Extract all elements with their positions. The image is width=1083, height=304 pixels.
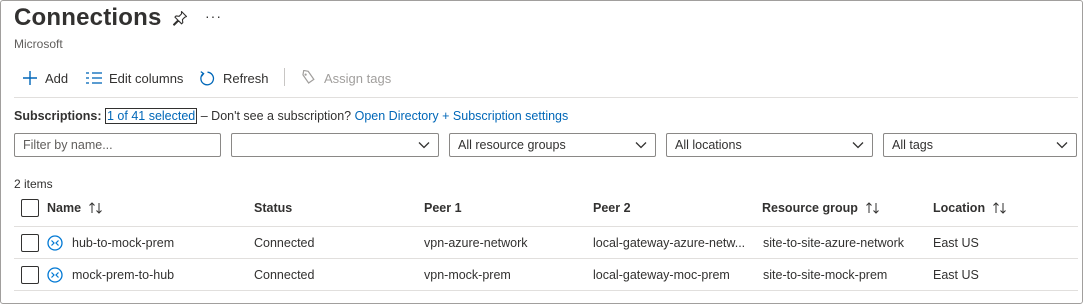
plus-icon [23, 71, 37, 85]
connection-location: East US [933, 236, 979, 250]
row-divider [14, 290, 1078, 291]
resource-groups-dropdown-value: All resource groups [458, 138, 566, 152]
connection-name-link[interactable]: mock-prem-to-hub [72, 268, 174, 282]
column-header-peer2-label: Peer 2 [593, 201, 631, 215]
row-checkbox[interactable] [21, 234, 39, 252]
row-divider [14, 258, 1078, 259]
header-divider [14, 226, 1078, 227]
tag-icon [302, 70, 315, 84]
sort-icon [866, 202, 879, 214]
connection-icon [47, 267, 63, 283]
item-count: 2 items [14, 177, 53, 191]
row-checkbox[interactable] [21, 266, 39, 284]
chevron-down-icon [418, 142, 430, 149]
connection-name-link[interactable]: hub-to-mock-prem [72, 236, 174, 250]
locations-dropdown[interactable]: All locations [666, 133, 873, 157]
select-all-checkbox[interactable] [21, 199, 39, 217]
add-button[interactable]: Add [22, 67, 68, 89]
subscriptions-hint: – Don't see a subscription? [197, 109, 355, 123]
connection-status: Connected [254, 268, 315, 282]
connection-icon [47, 235, 63, 251]
column-header-name[interactable]: Name [47, 201, 104, 215]
connection-location: East US [933, 268, 979, 282]
edit-columns-label: Edit columns [109, 70, 184, 86]
assign-tags-button[interactable]: Assign tags [301, 67, 391, 89]
column-header-name-label: Name [47, 201, 82, 215]
refresh-label: Refresh [223, 70, 269, 86]
connection-peer2: local-gateway-azure-netw... [593, 236, 746, 250]
column-header-peer1-label: Peer 1 [424, 201, 462, 215]
subscriptions-label: Subscriptions: [14, 109, 102, 123]
filter-by-name-input[interactable]: Filter by name... [14, 133, 221, 157]
column-header-location[interactable]: Location [933, 201, 1008, 215]
connection-peer2: local-gateway-moc-prem [593, 268, 730, 282]
column-header-resource-group-label: Resource group [762, 201, 858, 215]
filter-by-name-placeholder: Filter by name... [23, 138, 113, 152]
subscriptions-bar: Subscriptions: 1 of 41 selected – Don't … [14, 108, 569, 124]
resource-group-link[interactable]: site-to-site-mock-prem [763, 268, 887, 282]
connection-status: Connected [254, 236, 315, 250]
chevron-down-icon [1056, 142, 1068, 149]
sort-icon [89, 202, 102, 214]
chevron-down-icon [635, 142, 647, 149]
locations-dropdown-value: All locations [675, 138, 742, 152]
column-header-peer2[interactable]: Peer 2 [593, 201, 631, 215]
connection-peer1: vpn-azure-network [424, 236, 528, 250]
refresh-icon [200, 70, 215, 85]
edit-columns-icon [86, 72, 102, 84]
subscriptions-selected-link[interactable]: 1 of 41 selected [105, 108, 198, 124]
sort-icon [993, 202, 1006, 214]
directory-settings-link[interactable]: Open Directory + Subscription settings [355, 109, 569, 123]
edit-columns-button[interactable]: Edit columns [86, 67, 183, 89]
chevron-down-icon [852, 142, 864, 149]
resource-groups-dropdown[interactable]: All resource groups [449, 133, 656, 157]
column-header-status-label: Status [254, 201, 293, 215]
more-options-button[interactable]: ··· [205, 8, 222, 24]
connection-peer1: vpn-mock-prem [424, 268, 511, 282]
refresh-button[interactable]: Refresh [199, 67, 269, 89]
tags-dropdown-value: All tags [892, 138, 933, 152]
column-header-status[interactable]: Status [254, 201, 292, 215]
page-subtitle: Microsoft [14, 37, 63, 51]
add-button-label: Add [45, 70, 69, 86]
page-title: Connections [14, 4, 162, 31]
toolbar-divider [284, 68, 285, 86]
tags-dropdown[interactable]: All tags [883, 133, 1077, 157]
column-header-resource-group[interactable]: Resource group [762, 201, 881, 215]
assign-tags-label: Assign tags [324, 70, 392, 86]
column-header-peer1[interactable]: Peer 1 [424, 201, 462, 215]
toolbar-divider-line [14, 97, 1078, 98]
subscription-dropdown[interactable] [231, 133, 439, 157]
column-header-location-label: Location [933, 201, 986, 215]
resource-group-link[interactable]: site-to-site-azure-network [763, 236, 904, 250]
pin-icon[interactable] [172, 10, 188, 26]
